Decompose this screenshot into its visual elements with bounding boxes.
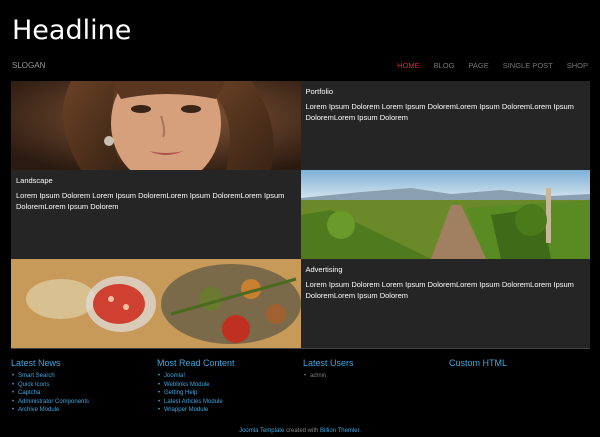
advertising-text: Lorem Ipsum Dolorem Lorem Ipsum DoloremL… [305,280,574,300]
portfolio-card: Portfolio Lorem Ipsum Dolorem Lorem Ipsu… [300,81,590,170]
most-read-title: Most Read Content [157,358,235,368]
advertising-card: Advertising Lorem Ipsum Dolorem Lorem Ip… [300,259,590,348]
advertising-title[interactable]: Advertising [306,265,343,274]
footer-divider [11,348,590,349]
main-nav: HOME BLOG PAGE SINGLE POST SHOP [397,61,588,70]
nav-home[interactable]: HOME [397,61,420,70]
list-item[interactable]: Archive Module [12,406,151,415]
landscape-card: Landscape Lorem Ipsum Dolorem Lorem Ipsu… [11,170,301,259]
list-item[interactable]: Wrapper Module [158,406,297,415]
nav-single-post[interactable]: SINGLE POST [503,61,553,70]
portfolio-text: Lorem Ipsum Dolorem Lorem Ipsum DoloremL… [305,102,574,122]
themler-link[interactable]: Billion Themler [320,428,359,434]
credits: Joomla Template created with Billion The… [0,428,600,434]
vineyard-illustration [300,170,590,259]
list-item[interactable]: Smart Search [12,372,151,381]
food-image [11,259,301,348]
latest-news-title: Latest News [11,358,61,368]
landscape-title[interactable]: Landscape [16,176,53,185]
portrait-image [11,81,301,170]
list-item[interactable]: Getting Help [158,389,297,398]
portrait-illustration [11,81,301,170]
list-item[interactable]: Latest Articles Module [158,398,297,407]
latest-users-module: Latest Users admin [303,358,443,381]
custom-html-module: Custom HTML [449,358,589,372]
list-item[interactable]: Administrator Components [12,398,151,407]
list-item[interactable]: admin [304,372,443,381]
credits-end: . [359,428,361,434]
list-item[interactable]: Joomla! [158,372,297,381]
content-grid: Portfolio Lorem Ipsum Dolorem Lorem Ipsu… [11,81,590,348]
landscape-text: Lorem Ipsum Dolorem Lorem Ipsum DoloremL… [16,191,285,211]
food-illustration [11,259,301,348]
latest-news-module: Latest News Smart Search Quick Icons Cap… [11,358,151,415]
nav-page[interactable]: PAGE [468,61,488,70]
page-headline: Headline [12,15,132,46]
credits-text: created with [284,428,320,434]
custom-html-title: Custom HTML [449,358,508,368]
vineyard-image [300,170,590,259]
list-item[interactable]: Captcha [12,389,151,398]
list-item[interactable]: Weblinks Module [158,381,297,390]
nav-shop[interactable]: SHOP [567,61,588,70]
list-item[interactable]: Quick Icons [12,381,151,390]
latest-users-title: Latest Users [303,358,354,368]
page-slogan: SLOGAN [12,61,46,70]
joomla-template-link[interactable]: Joomla Template [239,428,284,434]
portfolio-title[interactable]: Portfolio [306,87,334,96]
nav-blog[interactable]: BLOG [434,61,455,70]
most-read-module: Most Read Content Joomla! Weblinks Modul… [157,358,297,415]
